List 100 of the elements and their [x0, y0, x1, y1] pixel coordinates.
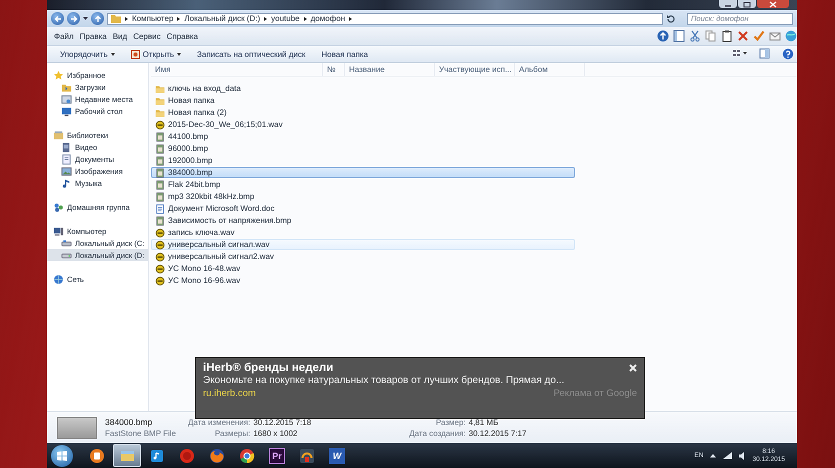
image-file-icon	[155, 216, 165, 226]
right-arrow-icon	[70, 14, 78, 22]
menu-item[interactable]: Правка	[76, 30, 110, 42]
file-row[interactable]: 2015-Dec-30_We_06;15;01.wav	[151, 119, 575, 130]
back-button[interactable]	[51, 12, 64, 25]
chevron-icon[interactable]	[304, 16, 307, 20]
chevron-icon[interactable]	[177, 16, 180, 20]
copy-icon[interactable]	[704, 30, 716, 42]
new-folder-button[interactable]: Новая папка	[314, 48, 375, 60]
property-value: 30.12.2015 7:18	[253, 418, 312, 426]
delete-icon[interactable]	[736, 30, 748, 42]
globe-icon[interactable]	[784, 30, 796, 42]
file-row[interactable]: 96000.bmp	[151, 143, 575, 154]
caret-up-icon[interactable]	[710, 453, 716, 458]
windows-logo-icon	[57, 450, 67, 460]
start-button[interactable]	[51, 444, 73, 466]
file-row[interactable]: УС Mono 16-96.wav	[151, 275, 575, 286]
scissors-icon[interactable]	[688, 30, 700, 42]
file-row[interactable]: ключь на вход_data	[151, 83, 575, 94]
property-label: Размеры:	[214, 428, 250, 438]
caret-icon[interactable]	[83, 16, 88, 21]
close-icon[interactable]	[629, 364, 637, 372]
column-header[interactable]: Альбом	[515, 63, 585, 76]
column-header[interactable]: Участвующие исп...	[435, 63, 515, 76]
pictures-icon	[61, 166, 72, 176]
menu-item[interactable]: Файл	[51, 30, 77, 42]
ad-title[interactable]: iHerb® бренды недели	[203, 362, 334, 374]
open-button[interactable]: Открыть	[124, 48, 188, 60]
ad-link[interactable]: ru.iherb.com	[203, 388, 256, 399]
file-name: 384000.bmp	[105, 416, 154, 426]
file-row[interactable]: Новая папка	[151, 95, 575, 106]
video-icon	[61, 142, 72, 152]
forward-button[interactable]	[67, 12, 80, 25]
column-header[interactable]: Название	[345, 63, 435, 76]
column-header[interactable]: Имя	[151, 63, 323, 76]
property-value: 1680 x 1002	[253, 428, 298, 438]
file-row[interactable]: 192000.bmp	[151, 155, 575, 166]
file-row[interactable]: Flak 24bit.bmp	[151, 179, 575, 190]
up-arrow-icon[interactable]	[656, 30, 668, 42]
refresh-icon[interactable]	[666, 14, 676, 24]
close-button[interactable]	[757, 0, 789, 8]
maximize-button[interactable]	[738, 0, 756, 8]
taskbar-button[interactable]: W	[323, 444, 351, 467]
taskbar-button[interactable]: Pr	[263, 444, 291, 467]
breadcrumb[interactable]: youtube	[271, 14, 300, 23]
file-row[interactable]: универсальный сигнал2.wav	[151, 251, 575, 262]
network-icon	[53, 274, 64, 284]
document-icon	[61, 154, 72, 164]
organize-button[interactable]: Упорядочить	[53, 48, 122, 60]
speaker-icon[interactable]	[739, 452, 746, 460]
up-button[interactable]	[91, 12, 104, 25]
chevron-icon[interactable]	[125, 16, 128, 20]
breadcrumb[interactable]: Локальный диск (D:)	[184, 14, 260, 23]
left-arrow-icon	[54, 14, 62, 22]
file-row[interactable]: универсальный сигнал.wav	[151, 239, 575, 250]
audio-file-icon	[155, 264, 165, 274]
audio-file-icon	[155, 276, 165, 286]
app-icon: W	[329, 448, 345, 464]
caret-icon	[177, 52, 182, 56]
panel-icon[interactable]	[672, 30, 684, 42]
file-row[interactable]: Новая папка (2)	[151, 107, 575, 118]
file-row[interactable]: Документ Microsoft Word.doc	[151, 203, 575, 214]
preview-pane-icon[interactable]	[759, 48, 771, 60]
file-row[interactable]: 384000.bmp	[151, 167, 575, 178]
checkmark-icon[interactable]	[752, 30, 764, 42]
file-row[interactable]: mp3 320kbit 48kHz.bmp	[151, 191, 575, 202]
file-row[interactable]: запись ключа.wav	[151, 227, 575, 238]
property-label: Дата создания:	[409, 428, 466, 438]
signal-icon[interactable]	[723, 452, 732, 459]
menu-item[interactable]: Вид	[110, 30, 130, 42]
minimize-button[interactable]	[719, 0, 737, 8]
file-row[interactable]: УС Mono 16-48.wav	[151, 263, 575, 274]
breadcrumb[interactable]: Компьютер	[132, 14, 174, 23]
homegroup-icon	[53, 202, 64, 212]
library-icon	[53, 130, 64, 140]
window-icon	[61, 94, 72, 104]
thumbnail	[57, 416, 97, 438]
menu-item[interactable]: Сервис	[130, 30, 164, 42]
audio-file-icon	[155, 252, 165, 262]
close-icon	[769, 0, 777, 8]
file-row[interactable]: 44100.bmp	[151, 131, 575, 142]
address-field[interactable]: Компьютер Локальный диск (D:) youtube домофон	[107, 12, 663, 24]
app-icon: Pr	[269, 448, 285, 464]
folder-icon	[155, 96, 165, 106]
chevron-icon[interactable]	[264, 16, 268, 20]
property-label: Размер:	[434, 418, 466, 426]
folder-icon	[155, 84, 165, 94]
computer-icon	[53, 226, 64, 236]
burn-button[interactable]: Записать на оптический диск	[190, 48, 312, 60]
envelope-icon[interactable]	[768, 30, 780, 42]
column-header[interactable]: №	[323, 63, 345, 76]
audio-file-icon	[155, 120, 165, 130]
help-icon[interactable]	[782, 48, 794, 60]
audio-file-icon	[155, 228, 165, 238]
menu-item[interactable]: Справка	[164, 30, 201, 42]
file-row[interactable]: Зависимость от напряжения.bmp	[151, 215, 575, 226]
clipboard-icon[interactable]	[720, 30, 732, 42]
ad-attribution: Реклама от Google	[554, 388, 637, 399]
breadcrumb[interactable]: домофон	[310, 14, 346, 23]
chevron-icon[interactable]	[349, 16, 352, 20]
